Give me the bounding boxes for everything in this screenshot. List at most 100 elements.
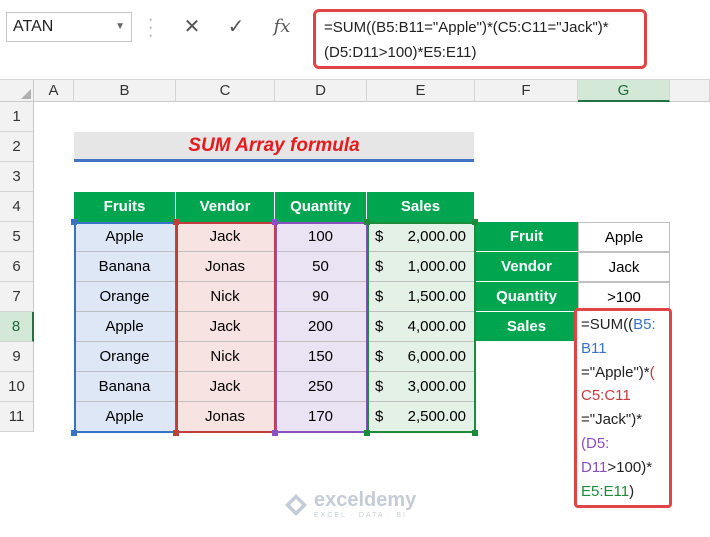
resize-handle[interactable] [272,219,278,225]
sales-value: 1,500.00 [407,288,466,305]
criteria-label-vendor[interactable]: Vendor [475,252,578,282]
row-header-5[interactable]: 5 [0,222,34,252]
cell-vendor[interactable]: Nick [176,282,275,312]
enter-icon[interactable]: ✓ [216,12,256,42]
exceldemy-watermark: exceldemy EXCEL · DATA · BI [284,490,416,519]
formula-text: ="Jack")* [581,411,643,429]
resize-handle[interactable] [472,219,478,225]
column-header-h[interactable] [670,80,710,102]
cell-vendor[interactable]: Jonas [176,252,275,282]
resize-handle[interactable] [364,430,370,436]
cell-vendor[interactable]: Jack [176,372,275,402]
row-header-6[interactable]: 6 [0,252,34,282]
criteria-value-fruit[interactable]: Apple [578,222,670,252]
cell-fruit[interactable]: Banana [74,252,176,282]
resize-handle[interactable] [173,430,179,436]
cell-vendor[interactable]: Jack [176,222,275,252]
column-header-c[interactable]: C [176,80,275,102]
select-all-button[interactable] [0,80,34,102]
cell-fruit[interactable]: Orange [74,342,176,372]
formula-input[interactable]: =SUM((B5:B11="Apple")*(C5:C11="Jack")* (… [313,9,647,69]
currency-symbol: $ [375,228,384,245]
column-header-e[interactable]: E [367,80,475,102]
row-header-3[interactable]: 3 [0,162,34,192]
name-box[interactable]: ATAN ▼ [6,12,132,42]
resize-handle[interactable] [173,219,179,225]
cell-fruit[interactable]: Banana [74,372,176,402]
resize-handle[interactable] [71,430,77,436]
exceldemy-logo-icon [285,493,307,516]
cell-sales[interactable]: $6,000.00 [367,342,475,372]
cell-sales[interactable]: $2,000.00 [367,222,475,252]
cell-vendor[interactable]: Jack [176,312,275,342]
formula-ref-d: D11 [581,458,608,476]
cell-quantity[interactable]: 50 [275,252,367,282]
cell-fruit[interactable]: Apple [74,312,176,342]
watermark-tagline: EXCEL · DATA · BI [314,512,407,519]
column-header-f[interactable]: F [475,80,578,102]
resize-handle[interactable] [364,219,370,225]
resize-handle[interactable] [472,430,478,436]
insert-function-icon[interactable]: fx [262,12,302,42]
table-header-sales[interactable]: Sales [367,192,475,222]
cell-quantity[interactable]: 100 [275,222,367,252]
column-header-b[interactable]: B [74,80,176,102]
currency-symbol: $ [375,408,384,425]
cell-sales[interactable]: $1,000.00 [367,252,475,282]
criteria-label-sales[interactable]: Sales [475,312,578,342]
formula-ref-b: B5: [633,316,656,333]
cancel-icon[interactable]: ✕ [172,12,212,42]
cell-quantity[interactable]: 200 [275,312,367,342]
cell-quantity[interactable]: 170 [275,402,367,432]
formula-text: =SUM(( [581,316,634,333]
formula-text: ) [629,482,635,500]
row-header-2[interactable]: 2 [0,132,34,162]
row-header-1[interactable]: 1 [0,102,34,132]
cell-sales[interactable]: $4,000.00 [367,312,475,342]
currency-symbol: $ [375,378,384,395]
sales-value: 2,500.00 [407,408,466,425]
cell-sales[interactable]: $3,000.00 [367,372,475,402]
cell-formula-editor[interactable]: =SUM((B5: B11 ="Apple")*( C5:C11 ="Jack"… [574,308,672,508]
column-header-a[interactable]: A [34,80,74,102]
column-header-g[interactable]: G [578,80,670,102]
formula-ref-c: C5:C11 [581,387,631,405]
formula-bar: ATAN ▼ · · · ✕ ✓ fx =SUM((B5:B11="Apple")*… [0,0,710,80]
currency-symbol: $ [375,348,384,365]
formula-buttons: ✕ ✓ fx [170,12,310,42]
formula-line-1: =SUM((B5:B11="Apple")*(C5:C11="Jack")* [324,19,609,36]
table-header-fruits[interactable]: Fruits [74,192,176,222]
cell-quantity[interactable]: 250 [275,372,367,402]
table-header-quantity[interactable]: Quantity [275,192,367,222]
column-header-d[interactable]: D [275,80,367,102]
row-header-4[interactable]: 4 [0,192,34,222]
resize-handle[interactable] [272,430,278,436]
formula-text: ="Apple")* [581,363,650,381]
row-header-7[interactable]: 7 [0,282,34,312]
criteria-label-quantity[interactable]: Quantity [475,282,578,312]
row-header-9[interactable]: 9 [0,342,34,372]
criteria-label-fruit[interactable]: Fruit [475,222,578,252]
watermark-text: exceldemy EXCEL · DATA · BI [314,490,416,519]
cell-sales[interactable]: $1,500.00 [367,282,475,312]
cell-vendor[interactable]: Jonas [176,402,275,432]
row-header-8[interactable]: 8 [0,312,34,342]
row-header-11[interactable]: 11 [0,402,34,432]
currency-symbol: $ [375,258,384,275]
cell-quantity[interactable]: 90 [275,282,367,312]
criteria-value-vendor[interactable]: Jack [578,252,670,282]
cell-fruit[interactable]: Apple [74,222,176,252]
table-header-vendor[interactable]: Vendor [176,192,275,222]
cell-fruit[interactable]: Orange [74,282,176,312]
cell-fruit[interactable]: Apple [74,402,176,432]
cell-sales[interactable]: $2,500.00 [367,402,475,432]
formula-paren: ( [649,363,655,381]
resize-handle[interactable] [71,219,77,225]
cell-quantity[interactable]: 150 [275,342,367,372]
chevron-down-icon[interactable]: ▼ [115,13,125,41]
sheet-title[interactable]: SUM Array formula [74,132,474,162]
cell-vendor[interactable]: Nick [176,342,275,372]
sales-value: 4,000.00 [407,318,466,335]
formula-ref-e: E5:E11 [581,482,630,500]
row-header-10[interactable]: 10 [0,372,34,402]
